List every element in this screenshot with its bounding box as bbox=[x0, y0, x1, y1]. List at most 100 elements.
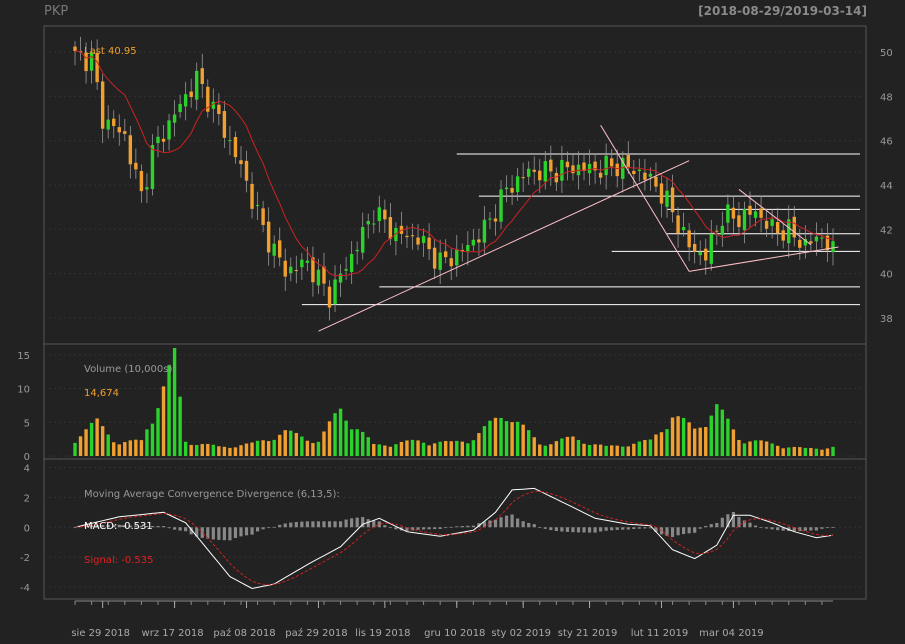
histogram-bar bbox=[676, 527, 680, 536]
histogram-bar bbox=[244, 527, 249, 536]
volume-bar bbox=[416, 440, 420, 456]
price-tick-label: 50 bbox=[880, 48, 893, 59]
volume-bar bbox=[709, 415, 713, 456]
volume-bar bbox=[383, 445, 387, 456]
histogram-bar bbox=[709, 524, 713, 528]
volume-bar bbox=[316, 441, 321, 456]
histogram-bar bbox=[388, 527, 392, 529]
volume-bar bbox=[820, 449, 824, 456]
volume-bar bbox=[405, 440, 409, 456]
candle-body bbox=[504, 187, 509, 190]
volume-tick-label: 0 bbox=[24, 452, 30, 463]
histogram-bar bbox=[239, 527, 243, 537]
histogram-bar bbox=[582, 527, 586, 533]
histogram-bar bbox=[632, 527, 636, 530]
volume-bar bbox=[792, 446, 796, 456]
moving-average-line bbox=[74, 50, 834, 277]
volume-bar bbox=[526, 430, 531, 456]
volume-bar bbox=[217, 446, 221, 456]
volume-bar bbox=[311, 443, 315, 456]
price-tick-label: 40 bbox=[880, 270, 893, 281]
candle-body bbox=[421, 235, 426, 243]
histogram-bar bbox=[261, 527, 265, 530]
volume-panel-frame bbox=[43, 343, 867, 460]
histogram-bar bbox=[720, 517, 724, 528]
candle-body bbox=[344, 269, 348, 271]
x-tick-label: sie 29 2018 bbox=[71, 628, 130, 639]
volume-bar bbox=[775, 445, 780, 456]
histogram-bar bbox=[455, 526, 459, 528]
volume-bar bbox=[621, 446, 625, 456]
volume-bar bbox=[831, 446, 835, 456]
volume-tick-label: 15 bbox=[17, 351, 30, 362]
candle-body bbox=[814, 236, 819, 242]
candle-body bbox=[598, 172, 603, 178]
candle-body bbox=[145, 187, 149, 190]
histogram-bar bbox=[433, 527, 437, 530]
volume-bar bbox=[333, 413, 337, 456]
histogram-bar bbox=[543, 527, 547, 529]
candle-body bbox=[217, 104, 221, 115]
x-tick-label: wrz 17 2018 bbox=[142, 628, 204, 639]
candle-body bbox=[820, 237, 824, 239]
histogram-bar bbox=[621, 527, 625, 530]
candle-body bbox=[538, 170, 542, 181]
candle-body bbox=[388, 217, 393, 239]
volume-bar bbox=[670, 417, 675, 456]
candle-body bbox=[139, 170, 144, 192]
histogram-bar bbox=[338, 521, 343, 528]
candle-body bbox=[742, 208, 747, 231]
volume-bar bbox=[161, 386, 166, 456]
histogram-bar bbox=[516, 518, 520, 528]
volume-bar bbox=[438, 441, 442, 456]
volume-bar bbox=[361, 431, 365, 456]
volume-bar bbox=[189, 444, 193, 456]
volume-bar bbox=[195, 445, 199, 456]
histogram-bar bbox=[466, 525, 470, 528]
volume-bar bbox=[488, 420, 492, 456]
candle-body bbox=[156, 136, 160, 144]
volume-bar bbox=[266, 441, 271, 456]
histogram-bar bbox=[460, 525, 464, 528]
histogram-bar bbox=[610, 527, 614, 531]
candle-body bbox=[95, 52, 99, 83]
volume-bar bbox=[278, 434, 282, 456]
volume-bar bbox=[532, 437, 536, 456]
candle-body bbox=[692, 243, 697, 252]
histogram-bar bbox=[499, 517, 503, 528]
volume-bar bbox=[327, 421, 332, 456]
candle-body bbox=[726, 204, 730, 223]
volume-bar bbox=[250, 442, 254, 456]
volume-bar bbox=[466, 443, 470, 456]
volume-bar bbox=[372, 444, 376, 456]
volume-bar bbox=[145, 429, 149, 456]
histogram-bar bbox=[333, 521, 337, 528]
histogram-bar bbox=[233, 527, 238, 538]
histogram-bar bbox=[211, 527, 215, 540]
volume-bar bbox=[742, 443, 747, 456]
volume-bar bbox=[759, 440, 763, 456]
candle-body bbox=[112, 118, 116, 127]
candle-body bbox=[250, 183, 254, 209]
histogram-bar bbox=[599, 527, 603, 532]
histogram-bar bbox=[532, 524, 536, 528]
price-tick-label: 42 bbox=[880, 225, 893, 236]
volume-bar bbox=[200, 444, 204, 456]
volume-bar bbox=[112, 442, 116, 456]
candle-body bbox=[632, 170, 636, 174]
volume-bar bbox=[593, 444, 597, 456]
candle-body bbox=[278, 240, 282, 258]
histogram-bar bbox=[576, 527, 581, 533]
histogram-bar bbox=[715, 522, 719, 528]
histogram-bar bbox=[748, 522, 752, 528]
candle-body bbox=[327, 286, 332, 308]
candle-body bbox=[482, 219, 487, 243]
candle-body bbox=[809, 241, 813, 244]
histogram-bar bbox=[228, 527, 232, 541]
candle-body bbox=[471, 239, 476, 246]
candle-body bbox=[372, 223, 376, 225]
candle-body bbox=[432, 247, 437, 269]
volume-title: Volume (10,000s): bbox=[84, 364, 176, 375]
volume-bar bbox=[521, 424, 525, 456]
volume-bar bbox=[300, 436, 304, 456]
